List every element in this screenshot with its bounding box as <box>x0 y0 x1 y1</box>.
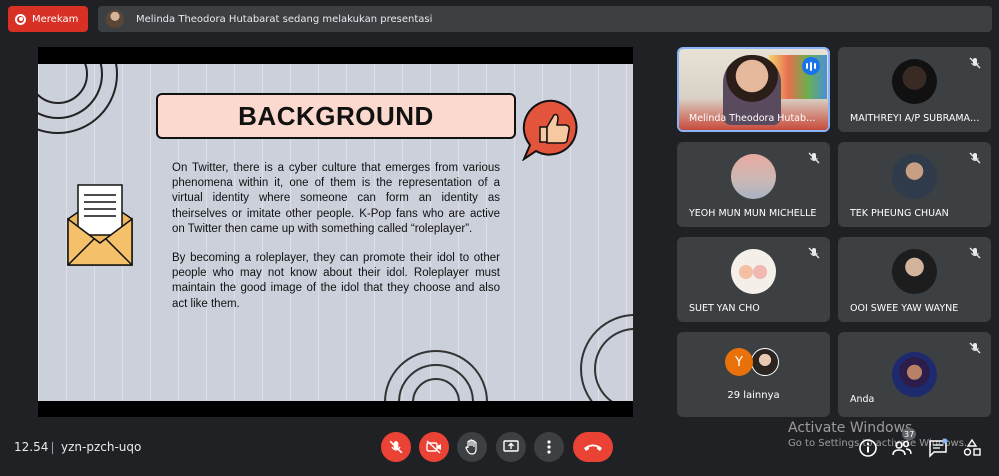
participant-tile-melinda[interactable]: Melinda Theodora Hutabarat <box>677 47 830 132</box>
avatar <box>751 348 779 376</box>
meeting-info-icon[interactable] <box>858 438 878 458</box>
camera-toggle-button[interactable] <box>419 432 449 462</box>
meeting-code: yzn-pzch-uqo <box>61 440 142 454</box>
participant-tile-yeoh[interactable]: YEOH MUN MUN MICHELLE <box>677 142 830 227</box>
presenter-avatar <box>106 10 124 28</box>
more-options-button[interactable] <box>534 432 564 462</box>
mic-off-icon <box>808 247 820 259</box>
recording-indicator[interactable]: Merekam <box>8 6 88 32</box>
participant-tile-self[interactable]: Anda <box>838 332 991 417</box>
avatar-letter: Y <box>725 348 753 376</box>
hand-icon <box>465 439 477 455</box>
watermark-title: Activate Windows <box>788 420 913 436</box>
avatar <box>731 154 776 199</box>
mic-off-icon <box>969 247 981 259</box>
participant-name: Anda <box>850 394 875 405</box>
mic-off-icon <box>969 152 981 164</box>
slide-body: On Twitter, there is a cyber culture tha… <box>172 161 500 312</box>
others-tile[interactable]: Y 29 lainnya <box>677 332 830 417</box>
leave-call-button[interactable] <box>573 432 613 462</box>
people-icon[interactable] <box>892 438 912 458</box>
avatar <box>892 352 937 397</box>
participant-name: Melinda Theodora Hutabarat <box>689 113 821 124</box>
hang-up-icon <box>584 444 602 451</box>
participant-name: OOI SWEE YAW WAYNE <box>850 303 959 314</box>
participant-name: TEK PHEUNG CHUAN <box>850 208 949 219</box>
participant-tile-maithreyi[interactable]: MAITHREYI A/P SUBRAMANIAM <box>838 47 991 132</box>
participant-tile-ooi[interactable]: OOI SWEE YAW WAYNE <box>838 237 991 322</box>
meet-window: Merekam Melinda Theodora Hutabarat sedan… <box>0 0 999 476</box>
participant-name: YEOH MUN MUN MICHELLE <box>689 208 817 219</box>
presenting-banner: Melinda Theodora Hutabarat sedang melaku… <box>98 6 992 32</box>
chat-icon[interactable] <box>928 438 948 458</box>
present-screen-button[interactable] <box>496 432 526 462</box>
slide-title: BACKGROUND <box>156 93 516 139</box>
participant-tile-tek[interactable]: TEK PHEUNG CHUAN <box>838 142 991 227</box>
present-icon <box>503 440 519 452</box>
speaking-indicator-icon <box>802 57 820 75</box>
microphone-toggle-button[interactable] <box>381 432 411 462</box>
participant-tile-suet[interactable]: SUET YAN CHO <box>677 237 830 322</box>
activities-icon[interactable] <box>962 438 982 458</box>
slide-paragraph: By becoming a roleplayer, they can promo… <box>172 252 500 310</box>
camera-off-icon <box>426 440 441 454</box>
presenting-text: Melinda Theodora Hutabarat sedang melaku… <box>136 13 433 25</box>
divider <box>52 442 53 454</box>
more-vert-icon <box>547 440 551 454</box>
mic-off-icon <box>389 440 403 454</box>
thumbs-up-icon <box>522 99 578 161</box>
shared-screen: BACKGROUND On Twitter, there is a cyber … <box>38 47 633 417</box>
slide: BACKGROUND On Twitter, there is a cyber … <box>38 64 633 401</box>
slide-paragraph: On Twitter, there is a cyber culture tha… <box>172 162 500 235</box>
participant-count-badge: 37 <box>902 428 917 440</box>
clock: 12.54 <box>14 440 49 454</box>
mic-off-icon <box>969 57 981 69</box>
avatar <box>892 59 937 104</box>
participant-name: SUET YAN CHO <box>689 303 760 314</box>
recording-label: Merekam <box>32 13 79 25</box>
envelope-letter-icon <box>67 184 133 266</box>
avatar <box>731 249 776 294</box>
raise-hand-button[interactable] <box>457 432 487 462</box>
participant-name: MAITHREYI A/P SUBRAMANIAM <box>850 113 982 124</box>
mic-off-icon <box>808 152 820 164</box>
others-count: 29 lainnya <box>727 390 780 401</box>
avatar <box>892 154 937 199</box>
mic-off-icon <box>969 342 981 354</box>
avatar <box>892 249 937 294</box>
record-icon <box>15 13 26 25</box>
